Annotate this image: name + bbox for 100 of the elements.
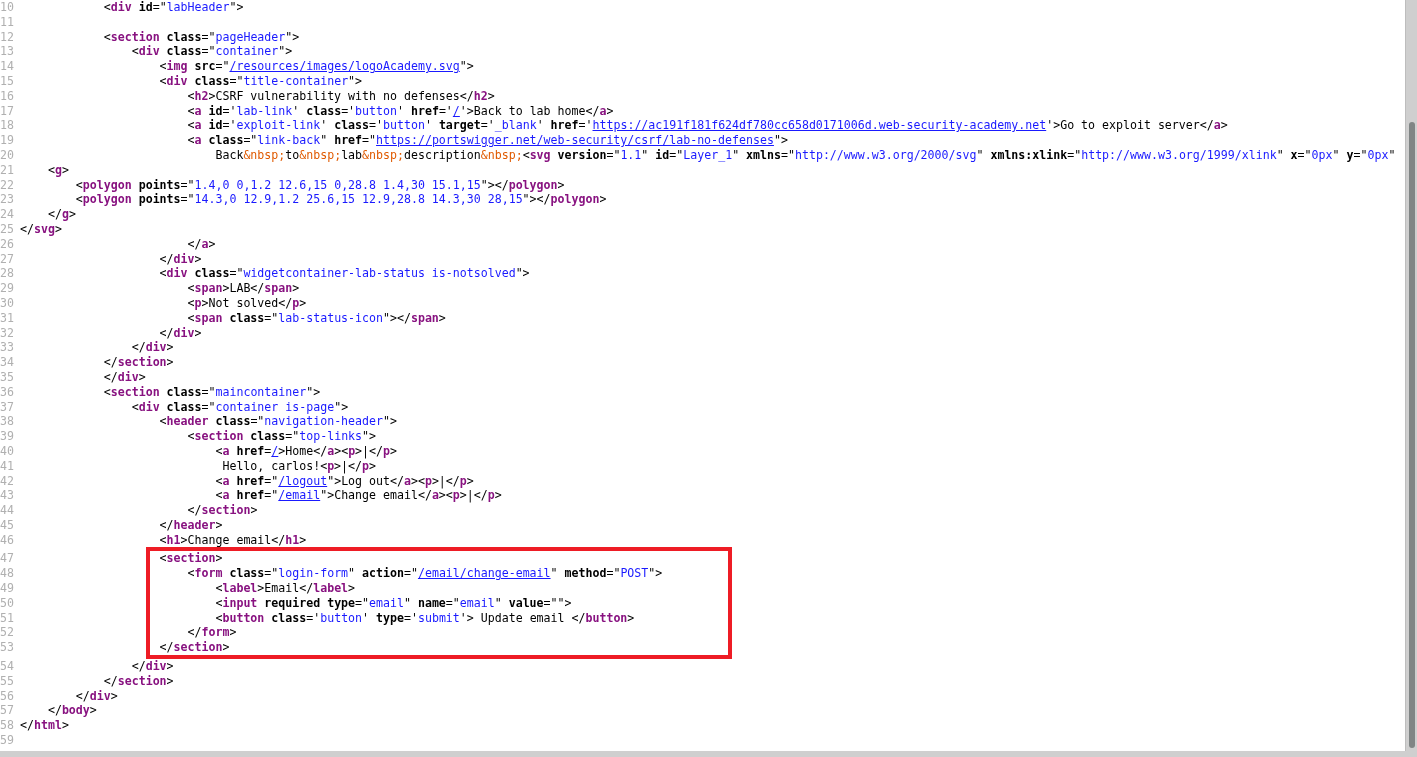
code-line: <label>Email</label> (215, 581, 356, 596)
code-line: </section> (187, 503, 258, 518)
code-link[interactable]: / (271, 443, 279, 458)
line-number: 10 (0, 0, 15, 15)
code-line: <section class="pageHeader"> (103, 29, 300, 44)
line-number: 41 (0, 458, 15, 474)
line-number: 46 (0, 532, 15, 548)
code-line: <div class="container is-page"> (131, 399, 349, 414)
code-line: </div> (103, 369, 146, 384)
line-number: 51 (0, 610, 15, 626)
code-line: <section class="maincontainer"> (103, 384, 321, 399)
code-text: <a href=" (215, 488, 279, 503)
code-line: <button class='button' type='submit'> Update email </button> (215, 610, 635, 625)
code-line: <div class="container"> (131, 44, 293, 59)
line-number: 12 (0, 29, 15, 45)
line-number: 15 (0, 74, 15, 89)
code-link[interactable]: /email/change-email (417, 566, 551, 581)
line-number: 43 (0, 488, 15, 504)
line-number: 40 (0, 443, 15, 459)
code-line: </section> (159, 640, 230, 655)
line-number: 52 (0, 625, 15, 641)
line-number: 47 (0, 551, 15, 567)
code-text: ">Log out</a><p>|</p> (327, 473, 474, 488)
code-line: </div> (75, 688, 118, 703)
line-number: 39 (0, 429, 15, 444)
code-link[interactable]: /logout (278, 473, 328, 488)
line-number: 35 (0, 369, 15, 385)
code-line: </form> (187, 625, 237, 640)
line-number: 58 (0, 718, 15, 734)
code-text: '>Back to lab home</a> (459, 103, 614, 118)
line-number: 27 (0, 251, 15, 267)
horizontal-scrollbar[interactable] (0, 751, 1417, 757)
code-line: <input required type="email" name="email" value=""> (215, 595, 572, 610)
code-text: ">Change email</a><p>|</p> (320, 488, 502, 503)
code-line: <header class="navigation-header"> (159, 414, 397, 429)
code-line: <div id="labHeader"> (103, 0, 244, 14)
code-line: <span class="lab-status-icon"></span> (187, 310, 446, 325)
code-line: <section class="top-links"> (187, 429, 377, 444)
code-text: <img src=" (159, 59, 230, 74)
code-line: <section> (159, 551, 223, 566)
line-number: 24 (0, 207, 15, 222)
code-text: "> (773, 133, 788, 148)
code-line: </div> (159, 251, 202, 266)
line-number: 38 (0, 414, 15, 430)
code-text: '>Go to exploit server</a> (1046, 118, 1228, 133)
line-number: 44 (0, 503, 15, 518)
line-number: 14 (0, 59, 15, 74)
line-number: 48 (0, 566, 15, 582)
code-link[interactable]: /resources/images/logoAcademy.svg (229, 59, 460, 74)
scrollbar-thumb[interactable] (1408, 122, 1415, 748)
line-number: 33 (0, 340, 15, 356)
code-line: <p>Not solved</p> (187, 295, 307, 310)
code-line: </section> (103, 355, 174, 370)
code-line: <div class="widgetcontainer-lab-status is-notsolved"> (159, 266, 530, 281)
line-number: 56 (0, 688, 15, 704)
line-number: 13 (0, 44, 15, 60)
code-line: Hello, carlos!<p>|</p> (222, 458, 376, 473)
line-number: 20 (0, 147, 15, 163)
code-line: </header> (159, 517, 223, 532)
code-text: <a href=" (215, 473, 279, 488)
line-number: 45 (0, 517, 15, 533)
line-number: 28 (0, 266, 15, 282)
code-line: <span>LAB</span> (187, 281, 300, 296)
code-line: </svg> (20, 221, 62, 236)
code-text: <a id='exploit-link' class='button' target='_blank' href=' (187, 118, 593, 133)
code-text: <form class="login-form" action=" (187, 566, 418, 581)
line-number: 34 (0, 355, 15, 370)
line-number: 31 (0, 310, 15, 326)
line-number: 49 (0, 581, 15, 596)
code-line: </div> (131, 659, 174, 674)
line-number: 16 (0, 88, 15, 104)
code-text: <a href= (215, 443, 272, 458)
line-number: 59 (0, 733, 15, 748)
code-link[interactable]: / (452, 103, 460, 118)
code-text: <a class="link-back" href=" (187, 133, 377, 148)
code-link[interactable]: /email (278, 488, 321, 503)
line-number: 21 (0, 162, 15, 178)
code-line: </div> (159, 325, 202, 340)
code-line: Back&nbsp;to&nbsp;lab&nbsp;description&nbsp;<svg version="1.1" id="Layer_1" xmlns="http://www.w3.org/2000/svg" xmlns:xlink="http://www.w3.org/1999/xlink" x="0px" y="0px" (215, 147, 1396, 162)
code-line: </g> (47, 207, 76, 222)
code-line: </section> (103, 673, 174, 688)
code-text: " method="POST"> (550, 566, 663, 581)
vertical-scrollbar[interactable] (1405, 0, 1417, 751)
code-link[interactable]: https://ac191f181f624df780cc658d0171006d.web-security-academy.net (592, 118, 1047, 133)
line-number: 25 (0, 221, 15, 237)
line-number: 32 (0, 325, 15, 341)
line-number: 11 (0, 14, 15, 30)
code-text: "> (459, 59, 474, 74)
line-number: 57 (0, 703, 15, 719)
code-text: <a id='lab-link' class='button' href=' (187, 103, 453, 118)
line-number: 42 (0, 473, 15, 489)
line-number: 29 (0, 281, 15, 296)
code-line: <h1>Change email</h1> (159, 532, 307, 547)
line-number: 17 (0, 103, 15, 119)
code-link[interactable]: https://portswigger.net/web-security/csrf/lab-no-defenses (376, 133, 774, 148)
code-line: </div> (131, 340, 174, 355)
code-line: </body> (47, 703, 97, 718)
code-line: <div class="title-container"> (159, 74, 363, 88)
code-text: >Home</a><p>|</p> (278, 443, 397, 458)
code-line: <polygon points="1.4,0 0,1.2 12.6,15 0,28.8 1.4,30 15.1,15"></polygon> (75, 177, 565, 192)
